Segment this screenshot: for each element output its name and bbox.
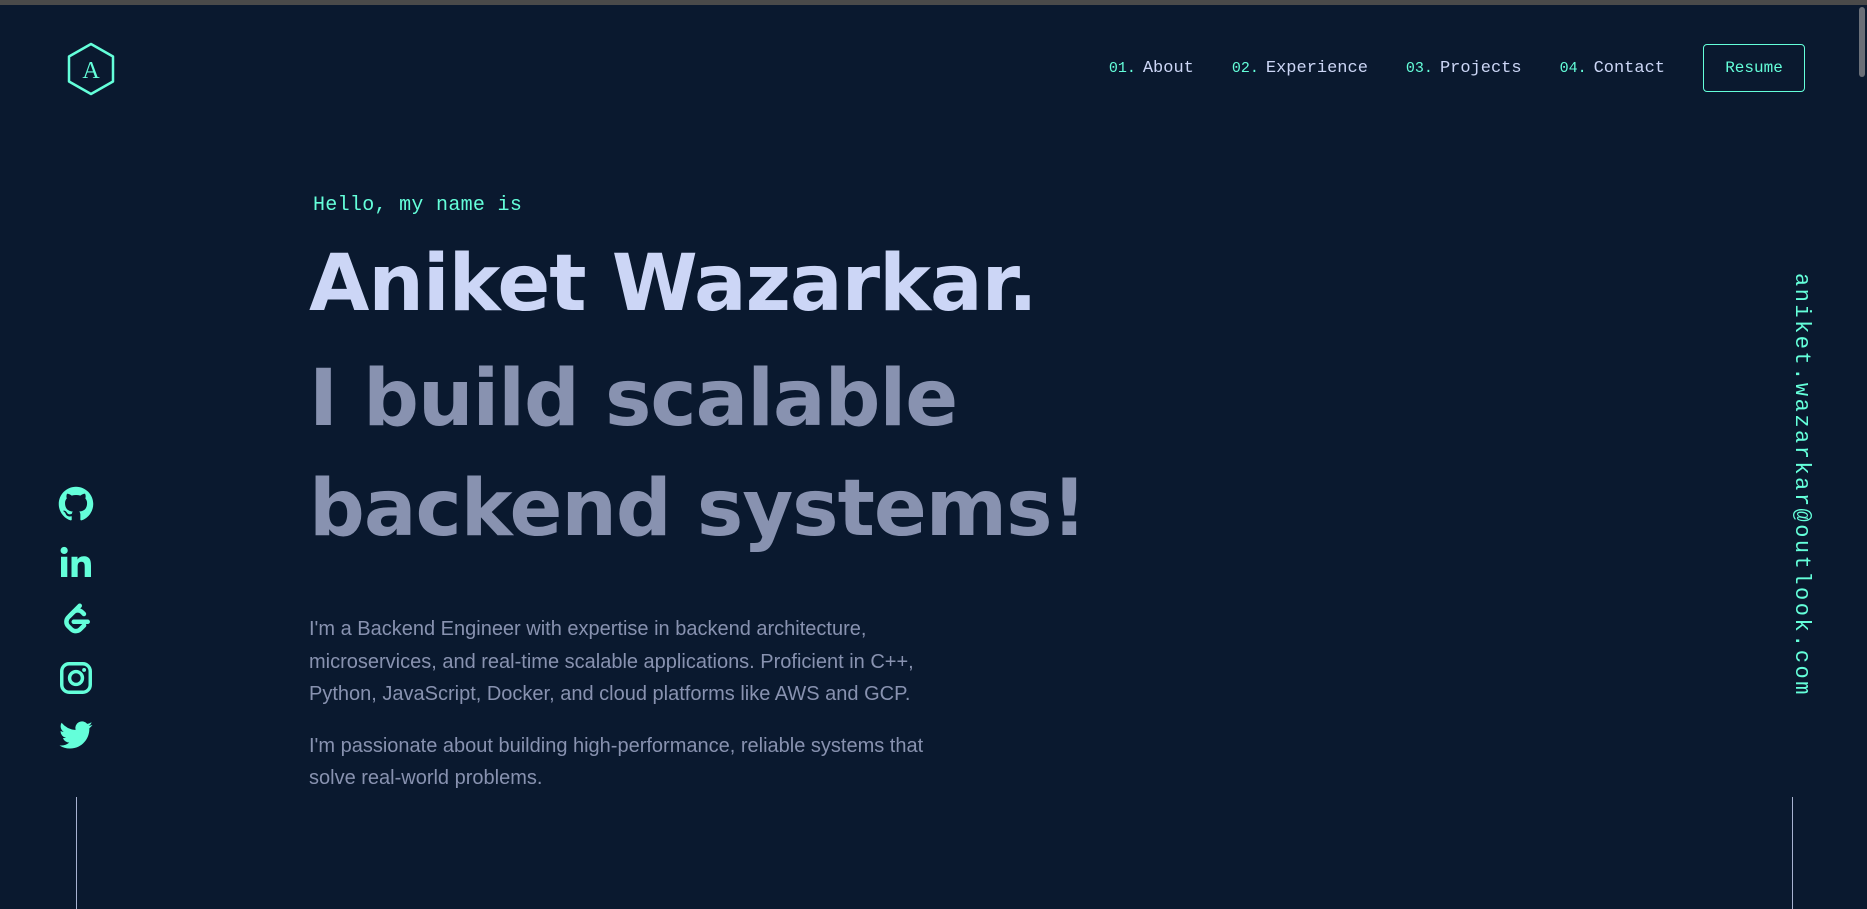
linkedin-icon[interactable]: [58, 544, 94, 580]
main-nav: 01. About 02. Experience 03. Projects 04…: [1109, 44, 1805, 92]
scrollbar[interactable]: [1857, 5, 1867, 909]
right-vertical-line: [1792, 797, 1793, 909]
hero-bio: I'm a Backend Engineer with expertise in…: [309, 613, 959, 795]
instagram-icon[interactable]: [58, 660, 94, 696]
twitter-icon[interactable]: [58, 718, 94, 754]
scrollbar-thumb[interactable]: [1859, 7, 1865, 77]
nav-label: About: [1142, 58, 1194, 78]
nav-link-projects[interactable]: 03. Projects: [1406, 59, 1522, 78]
hexagon-logo-icon: A: [67, 42, 115, 96]
nav-link-experience[interactable]: 02. Experience: [1232, 59, 1368, 78]
hero-greeting: Hello, my name is: [313, 194, 523, 217]
nav-number: 02.: [1231, 59, 1259, 77]
leetcode-icon[interactable]: [58, 602, 94, 638]
github-icon[interactable]: [58, 486, 94, 522]
nav-number: 03.: [1405, 59, 1433, 77]
bio-paragraph: I'm a Backend Engineer with expertise in…: [309, 618, 914, 705]
hero-tagline: I build scalable backend systems!: [309, 354, 1087, 554]
hero-name: Aniket Wazarkar.: [309, 239, 1038, 329]
nav-label: Projects: [1439, 58, 1522, 78]
nav-label: Contact: [1593, 58, 1665, 78]
bio-paragraph: I'm passionate about building high-perfo…: [309, 734, 924, 790]
nav-number: 01.: [1108, 59, 1136, 77]
resume-button[interactable]: Resume: [1703, 44, 1805, 92]
nav-link-about[interactable]: 01. About: [1109, 59, 1194, 78]
window-top-strip: [0, 0, 1867, 5]
nav-link-contact[interactable]: 04. Contact: [1560, 59, 1665, 78]
email-link[interactable]: aniket.wazarkar@outlook.com: [1774, 273, 1814, 697]
social-links: [58, 486, 94, 776]
logo-letter: A: [82, 58, 100, 84]
nav-label: Experience: [1265, 58, 1368, 78]
site-logo[interactable]: A: [66, 42, 116, 96]
left-vertical-line: [76, 797, 77, 909]
nav-number: 04.: [1559, 59, 1587, 77]
